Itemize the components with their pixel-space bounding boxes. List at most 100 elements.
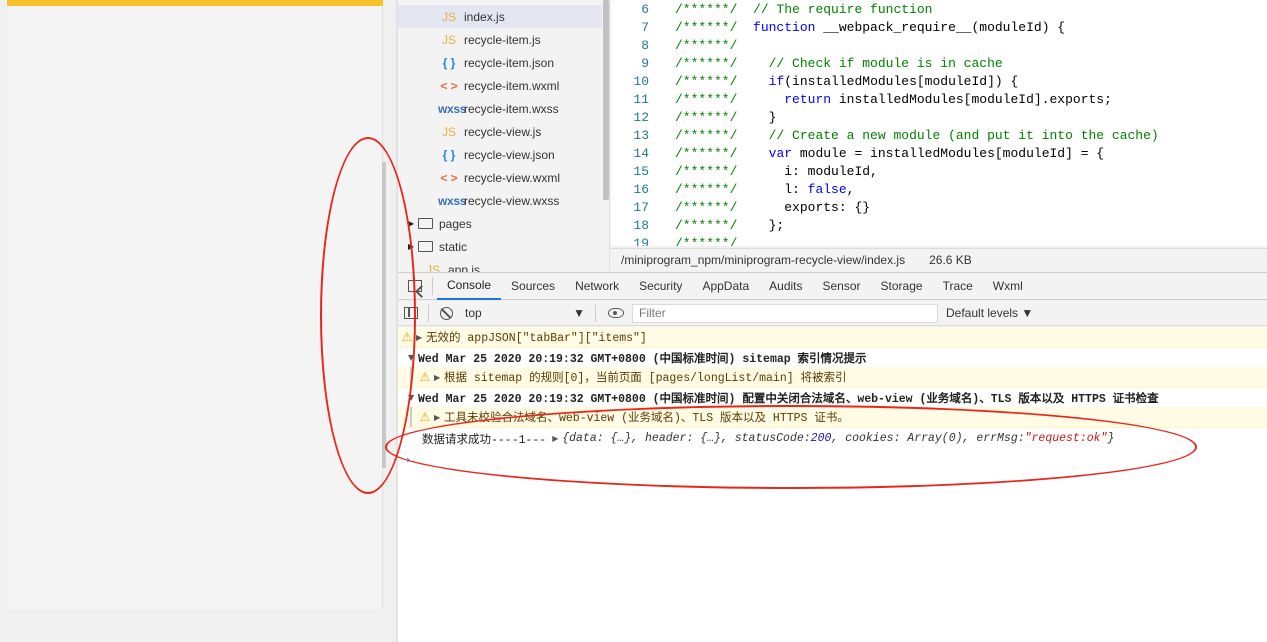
simulator-panel[interactable] xyxy=(7,0,386,609)
code-token: false xyxy=(807,182,847,197)
code-line: 8 /******/ xyxy=(611,37,753,55)
code-editor[interactable]: 6/******/ // The require function 7/*****… xyxy=(611,0,1267,246)
expand-icon[interactable]: ▶ xyxy=(416,333,426,342)
file-tree-item-partial[interactable] xyxy=(398,0,602,5)
code-text: /******/ var module = installedModules[m… xyxy=(649,145,1104,163)
folder-expand-icon[interactable]: ▶ xyxy=(408,242,418,251)
line-number: 12 xyxy=(633,110,649,125)
file-tree-item-label: recycle-item.wxss xyxy=(464,101,559,116)
file-tree-item[interactable]: JS index.js xyxy=(398,5,602,28)
code-text: /******/ // Create a new module (and put… xyxy=(649,127,1159,145)
file-tree-item-label: recycle-view.js xyxy=(464,124,542,139)
code-text: /******/ // Check if module is in cache xyxy=(649,55,1003,73)
tab-sensor[interactable]: Sensor xyxy=(813,273,871,300)
file-tree-item[interactable]: < > recycle-view.wxml xyxy=(398,166,602,189)
console-message: ⚠ ▶ 工具未校验合法域名、web-view (业务域名)、TLS 版本以及 HTT… xyxy=(398,407,1267,428)
devtools-window: JS index.js JS recycle-item.js { } recycle-it… xyxy=(0,0,1267,642)
code-token: return xyxy=(784,92,832,107)
live-expression-eye-icon[interactable] xyxy=(608,308,624,318)
code-token: l: xyxy=(753,182,808,197)
console-message-text: Wed Mar 25 2020 20:19:32 GMT+0800 (中国标准时… xyxy=(418,352,867,366)
code-text: /******/ if(installedModules[moduleId]) … xyxy=(649,73,1018,91)
code-comment-token: /******/ xyxy=(675,146,738,161)
code-line: 9/******/ // Check if module is in cache xyxy=(611,55,1003,73)
wxml-file-icon: < > xyxy=(440,78,458,93)
file-tree-scrollbar[interactable] xyxy=(603,0,609,200)
line-number: 11 xyxy=(633,92,649,107)
file-tree-item[interactable]: JS recycle-view.js xyxy=(398,120,602,143)
file-tree-item-label: recycle-view.json xyxy=(464,147,555,162)
inspect-element-button[interactable] xyxy=(398,273,432,299)
code-text: /******/ return installedModules[moduleI… xyxy=(649,91,1112,109)
file-size: 26.6 KB xyxy=(929,253,972,267)
console-prompt-icon[interactable]: › xyxy=(406,453,410,466)
tab-console[interactable]: Console xyxy=(437,273,502,300)
tab-audits[interactable]: Audits xyxy=(759,273,812,300)
collapse-group-icon[interactable]: ▼ xyxy=(408,393,418,402)
line-number: 19 xyxy=(633,236,649,246)
clear-console-button[interactable] xyxy=(433,306,459,320)
code-token: }; xyxy=(753,218,785,233)
line-number: 15 xyxy=(633,164,649,179)
tab-network[interactable]: Network xyxy=(565,273,629,300)
console-filter-input[interactable] xyxy=(632,303,938,323)
file-tree-item[interactable]: wxss recycle-item.wxss xyxy=(398,97,602,120)
code-text: /******/ l: false, xyxy=(649,181,854,199)
code-token: } xyxy=(753,110,777,125)
tab-trace[interactable]: Trace xyxy=(933,273,983,300)
file-tree-item[interactable]: JS recycle-item.js xyxy=(398,28,602,51)
wxss-file-icon: wxss xyxy=(438,193,467,208)
file-tree-item[interactable]: JS app.js xyxy=(398,258,602,273)
file-tree-item-label: recycle-view.wxss xyxy=(464,193,560,208)
line-number: 16 xyxy=(633,182,649,197)
context-select[interactable]: top ▼ xyxy=(459,304,591,323)
code-token: // Create a new module (and put it into … xyxy=(768,128,1159,143)
expand-icon[interactable]: ▶ xyxy=(434,413,444,422)
tab-sources[interactable]: Sources xyxy=(501,273,565,300)
code-token: (installedModules[moduleId]) { xyxy=(784,74,1019,89)
expand-object-icon[interactable]: ▶ xyxy=(552,434,562,443)
file-tree-folder[interactable]: ▶ static xyxy=(398,235,602,258)
expand-icon[interactable]: ▶ xyxy=(434,373,444,382)
line-number: 9 xyxy=(641,56,649,71)
tab-appdata[interactable]: AppData xyxy=(692,273,759,300)
group-indent xyxy=(410,367,412,387)
code-token: if xyxy=(768,74,785,89)
wxml-file-icon: < > xyxy=(440,170,458,185)
tab-storage[interactable]: Storage xyxy=(871,273,933,300)
js-file-icon: JS xyxy=(425,262,440,273)
tab-wxml[interactable]: Wxml xyxy=(983,273,1033,300)
console-message-text: 根据 sitemap 的规则[0]，当前页面 [pages/longList/m… xyxy=(444,372,847,385)
console-message-text: Wed Mar 25 2020 20:19:32 GMT+0800 (中国标准时… xyxy=(418,392,1159,406)
file-tree-folder[interactable]: ▶ pages xyxy=(398,212,602,235)
file-tree-item[interactable]: { } recycle-item.json xyxy=(398,51,602,74)
simulator-scrollbar[interactable] xyxy=(382,162,386,468)
json-file-icon: { } xyxy=(442,147,456,162)
code-token: __webpack_require__(moduleId) { xyxy=(815,20,1066,35)
folder-icon xyxy=(418,218,433,229)
tab-security[interactable]: Security xyxy=(629,273,692,300)
code-token: , xyxy=(846,182,855,197)
toolbar-separator xyxy=(595,304,596,322)
file-tree-item[interactable]: < > recycle-item.wxml xyxy=(398,74,602,97)
file-tree-item[interactable]: { } recycle-view.json xyxy=(398,143,602,166)
console-output[interactable]: ⚠ ▶ 工具未校验合法域名、web-view (业务域名)、TLS 版本以及 HTT… xyxy=(398,327,1267,642)
code-comment-token: /******/ xyxy=(675,236,738,246)
code-text: /******/ } xyxy=(649,109,776,127)
code-comment-token: /******/ xyxy=(675,20,738,35)
code-line: 10/******/ if(installedModules[moduleId]… xyxy=(611,73,1018,91)
file-tree-item[interactable]: wxss recycle-view.wxss xyxy=(398,189,602,212)
toggle-sidebar-button[interactable] xyxy=(398,307,424,319)
code-text: /******/ xyxy=(649,37,753,55)
collapse-group-icon[interactable]: ▼ xyxy=(408,353,418,362)
folder-expand-icon[interactable]: ▶ xyxy=(408,219,418,228)
code-token: module = installedModules[moduleId] = { xyxy=(792,146,1105,161)
context-value: top xyxy=(465,306,482,320)
file-tree: JS index.js JS recycle-item.js { } recycle-it… xyxy=(398,0,610,272)
code-token: // The require function xyxy=(753,2,933,17)
log-levels-dropdown[interactable]: Default levels ▼ xyxy=(946,306,1033,320)
toolbar-separator xyxy=(428,304,429,322)
line-number: 17 xyxy=(633,200,649,215)
